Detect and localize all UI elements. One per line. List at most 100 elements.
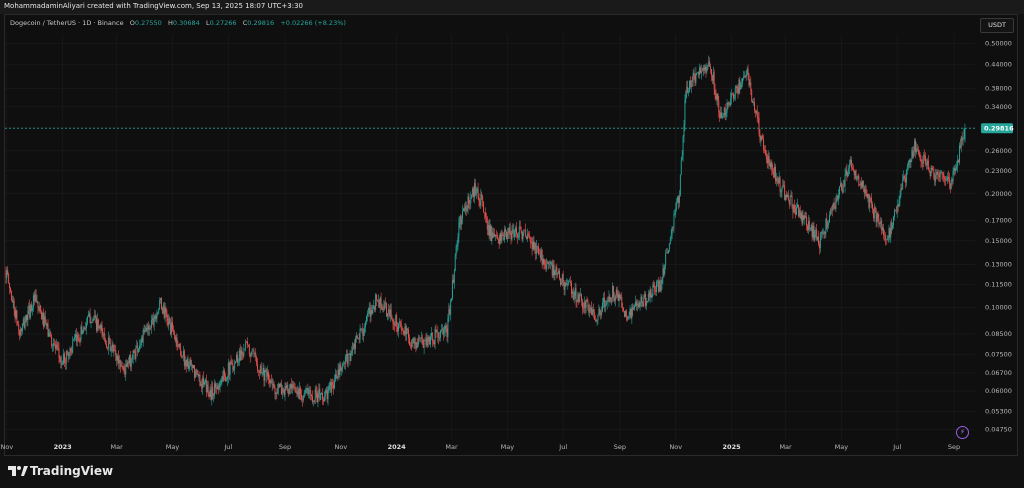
candle-body [582,307,584,309]
lightning-icon[interactable]: ⚡ [956,426,969,439]
x-tick-label: 2024 [388,443,407,451]
candle-body [722,116,724,118]
candle-body [370,310,372,317]
candle-body [840,183,841,187]
candle-body [280,383,282,395]
candle-body [438,337,440,339]
candle-body [224,370,226,377]
candle-body [911,150,913,160]
candle-body [646,301,648,302]
candle-body [482,196,484,203]
candle-body [957,160,959,167]
candle-body [218,387,220,390]
candle-body [345,354,347,357]
candle-body [258,370,260,373]
candle-body [945,179,947,181]
candle-body [624,311,625,317]
candle-body [481,194,483,197]
candle-body [33,295,35,301]
candle-body [19,331,21,336]
candle-body [292,384,294,387]
candle-body [282,388,284,390]
candle-body [270,380,272,381]
candle-body [294,387,296,392]
candle-body [23,319,25,328]
candle-body [929,172,931,176]
candle-body [489,225,491,236]
candle-body [700,67,701,74]
candle-body [953,168,955,172]
candle-body [216,385,218,389]
candle-body [210,390,212,400]
candle-body [358,338,360,340]
candle-body [818,244,820,249]
candle-body [813,225,815,241]
candle-body [322,392,323,400]
candle-body [646,301,647,306]
candle-body [80,326,82,341]
candle-body [661,277,663,286]
candle-body [921,161,923,163]
candle-body [249,353,251,357]
candle-body [614,297,615,301]
candle-body [663,268,665,275]
candle-body [875,210,877,223]
candle-body [38,307,40,311]
candle-body [798,210,800,217]
candle-body [741,83,743,89]
candle-body [498,239,500,244]
candle-body [894,210,895,217]
candle-body [181,355,183,357]
brand-name[interactable]: TradingView [30,464,113,478]
candle-body [623,307,625,312]
candle-body [355,335,357,339]
candle-body [154,316,156,319]
candle-body [841,189,843,193]
candle-body [300,387,302,395]
candle-body [335,374,337,379]
candle-body [643,297,645,307]
candle-body [659,280,661,292]
candle-body [540,250,542,259]
candle-body [114,350,116,351]
candle-body [444,325,446,331]
price-chart[interactable]: 0.500000.440000.380000.340000.300000.260… [0,0,1024,457]
candle-body [34,294,36,301]
candle-body [65,351,67,364]
candle-body [478,197,480,202]
candle-body [176,337,178,346]
candle-body [381,303,383,310]
candle-body [610,299,612,302]
candle-body [351,349,353,354]
candle-body [837,195,839,200]
candle-body [209,390,211,397]
candle-body [797,204,798,207]
candle-body [271,380,273,386]
candle-body [314,389,316,402]
candle-body [960,136,962,148]
candle-body [121,365,123,367]
candle-body [53,343,54,346]
candle-body [410,345,412,348]
candle-body [87,316,89,318]
candle-body [180,347,182,356]
candle-body [343,363,345,364]
candle-body [234,362,236,369]
candle-body [360,328,362,330]
candle-body [265,369,267,371]
candle-body [790,195,792,197]
candle-body [205,379,207,392]
candle-body [474,183,476,195]
candle-body [508,227,510,233]
currency-button[interactable]: USDT [980,18,1014,33]
symbol-label[interactable]: Dogecoin / TetherUS · 1D · Binance [10,19,124,27]
tradingview-logo-icon[interactable] [8,465,28,477]
candle-body [515,227,517,232]
candle-body [109,338,111,352]
candle-body [64,362,66,364]
candle-body [894,210,896,212]
candle-body [99,326,101,329]
candle-body [766,159,768,163]
candle-body [666,252,668,254]
candle-body [448,309,450,318]
